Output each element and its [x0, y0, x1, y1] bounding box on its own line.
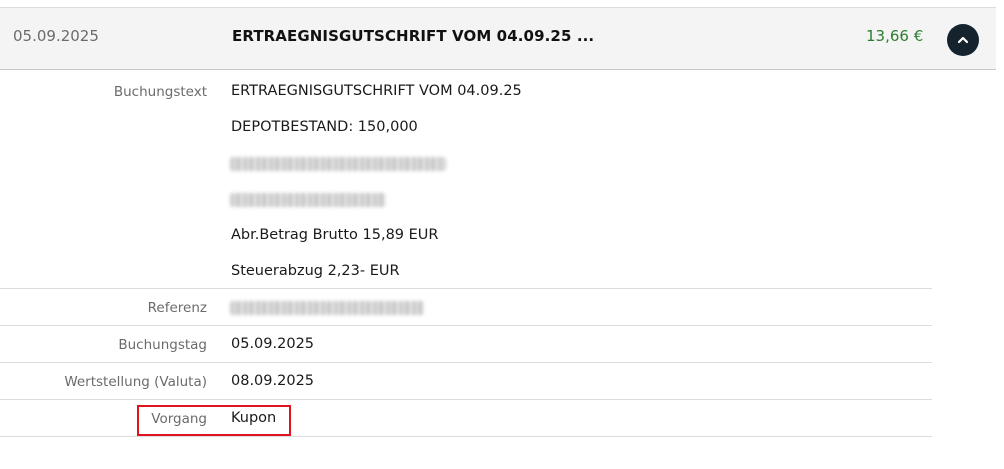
- vorgang-value: Kupon: [231, 410, 277, 426]
- redacted-referenz-value: [230, 301, 424, 315]
- buchungstext-line-2: DEPOTBESTAND: 150,000: [231, 119, 418, 135]
- redacted-line: [230, 193, 386, 207]
- buchungstag-value: 05.09.2025: [231, 336, 315, 352]
- transaction-header[interactable]: 05.09.2025 ERTRAEGNISGUTSCHRIFT VOM 04.0…: [0, 7, 996, 70]
- buchungstext-line-3: Abr.Betrag Brutto 15,89 EUR: [231, 227, 439, 243]
- wertstellung-value: 08.09.2025: [231, 373, 315, 389]
- divider: [0, 399, 932, 400]
- buchungstext-label: Buchungstext: [113, 84, 207, 100]
- buchungstext-line-1: ERTRAEGNISGUTSCHRIFT VOM 04.09.25: [231, 83, 522, 99]
- transaction-title: ERTRAEGNISGUTSCHRIFT VOM 04.09.25 ...: [232, 27, 595, 45]
- divider: [0, 436, 932, 437]
- transaction-date: 05.09.2025: [13, 27, 99, 45]
- buchungstag-label: Buchungstag: [118, 337, 207, 353]
- collapse-button[interactable]: [947, 24, 979, 56]
- divider: [0, 288, 932, 289]
- wertstellung-label: Wertstellung (Valuta): [64, 374, 207, 390]
- transaction-amount: 13,66 €: [866, 27, 924, 45]
- vorgang-label: Vorgang: [151, 411, 207, 427]
- redacted-line: [230, 157, 446, 171]
- buchungstext-line-4: Steuerabzug 2,23- EUR: [231, 263, 400, 279]
- divider: [0, 325, 932, 326]
- chevron-up-icon: [957, 36, 969, 44]
- divider: [0, 362, 932, 363]
- referenz-label: Referenz: [147, 300, 207, 316]
